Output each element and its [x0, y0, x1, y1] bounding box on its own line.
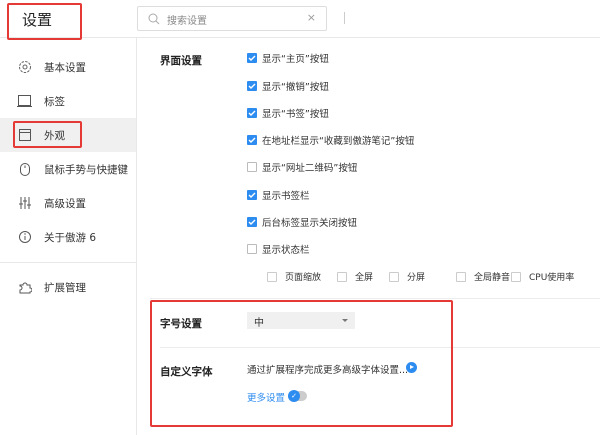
annotation-box: [7, 3, 82, 40]
option-label: 全局静音: [474, 273, 511, 283]
option-label: 后台标签显示关闭按钮: [262, 218, 358, 229]
option-label: CPU使用率: [529, 273, 575, 283]
checkbox-icon: [247, 162, 257, 172]
checkbox-icon: [511, 271, 521, 282]
sidebar-item-mouse-shortcuts[interactable]: 鼠标手势与快捷键: [0, 152, 136, 186]
sidebar-divider: [0, 262, 136, 263]
mouse-icon: [17, 161, 33, 177]
status-bar-option[interactable]: 页面缩放: [267, 270, 321, 283]
checkbox-checked-icon: [247, 217, 257, 227]
option-label: 显示“网址二维码”按钮: [262, 163, 358, 174]
search-input[interactable]: 搜索设置 ×: [137, 6, 327, 31]
sidebar-item-label: 标签: [44, 95, 65, 108]
checkbox-icon: [337, 271, 347, 282]
section-divider: [150, 298, 600, 299]
option-label: 全屏: [355, 273, 374, 283]
sidebar-item-tabs[interactable]: 标签: [0, 84, 136, 118]
option-checkbox[interactable]: 显示“网址二维码”按钮: [247, 160, 357, 174]
divider: [344, 12, 345, 24]
clear-search-button[interactable]: ×: [307, 11, 316, 24]
sidebar-item-extensions[interactable]: 扩展管理: [0, 270, 136, 304]
status-bar-option[interactable]: 全局静音: [456, 270, 510, 283]
option-label: 在地址栏显示“收藏到傲游笔记”按钮: [262, 136, 415, 147]
option-checkbox[interactable]: 显示“撤销”按钮: [247, 79, 329, 93]
interface-settings-label: 界面设置: [160, 55, 202, 67]
status-bar-option[interactable]: 分屏: [389, 270, 425, 283]
option-label: 显示“主页”按钮: [262, 54, 329, 65]
tab-icon: [17, 93, 33, 109]
checkbox-checked-icon: [247, 108, 257, 118]
sidebar-item-about[interactable]: 关于傲游 6: [0, 220, 136, 254]
option-label: 显示状态栏: [262, 245, 310, 256]
option-checkbox[interactable]: 在地址栏显示“收藏到傲游笔记”按钮: [247, 133, 414, 147]
option-checkbox[interactable]: 显示状态栏: [247, 242, 310, 256]
option-checkbox[interactable]: 显示“书签”按钮: [247, 106, 329, 120]
sidebar-item-label: 高级设置: [44, 197, 86, 210]
checkbox-checked-icon: [247, 135, 257, 145]
checkbox-icon: [389, 271, 399, 282]
checkbox-checked-icon: [247, 81, 257, 91]
annotation-box: [150, 300, 453, 427]
option-label: 显示书签栏: [262, 191, 310, 202]
gear-icon: [17, 59, 33, 75]
checkbox-icon: [247, 244, 257, 254]
option-label: 显示“撤销”按钮: [262, 82, 329, 93]
sidebar-item-basic[interactable]: 基本设置: [0, 50, 136, 84]
search-placeholder: 搜索设置: [167, 16, 207, 27]
option-checkbox[interactable]: 显示“主页”按钮: [247, 51, 329, 65]
header: 设置 搜索设置 ×: [0, 0, 600, 38]
option-checkbox[interactable]: 显示书签栏: [247, 188, 310, 202]
checkbox-icon: [267, 271, 277, 282]
sidebar-item-label: 基本设置: [44, 61, 86, 74]
info-icon: [17, 229, 33, 245]
checkbox-icon: [456, 271, 466, 282]
sidebar-item-label: 关于傲游 6: [44, 231, 97, 244]
option-checkbox[interactable]: 后台标签显示关闭按钮: [247, 215, 357, 229]
sidebar-item-advanced[interactable]: 高级设置: [0, 186, 136, 220]
puzzle-icon: [17, 279, 33, 295]
sidebar-item-label: 扩展管理: [44, 281, 86, 294]
sidebar-item-label: 鼠标手势与快捷键: [44, 163, 128, 176]
search-icon: [148, 13, 160, 25]
status-bar-option[interactable]: 全屏: [337, 270, 373, 283]
checkbox-checked-icon: [247, 53, 257, 63]
annotation-box: [13, 121, 82, 148]
option-label: 页面缩放: [285, 273, 322, 283]
sliders-icon: [17, 195, 33, 211]
checkbox-checked-icon: [247, 190, 257, 200]
status-bar-option[interactable]: CPU使用率: [511, 270, 574, 283]
option-label: 分屏: [407, 273, 426, 283]
sidebar: 基本设置 标签 外观 鼠标手势与快捷键 高级设置 关于傲游 6 扩展管理: [0, 38, 137, 435]
option-label: 显示“书签”按钮: [262, 109, 329, 120]
